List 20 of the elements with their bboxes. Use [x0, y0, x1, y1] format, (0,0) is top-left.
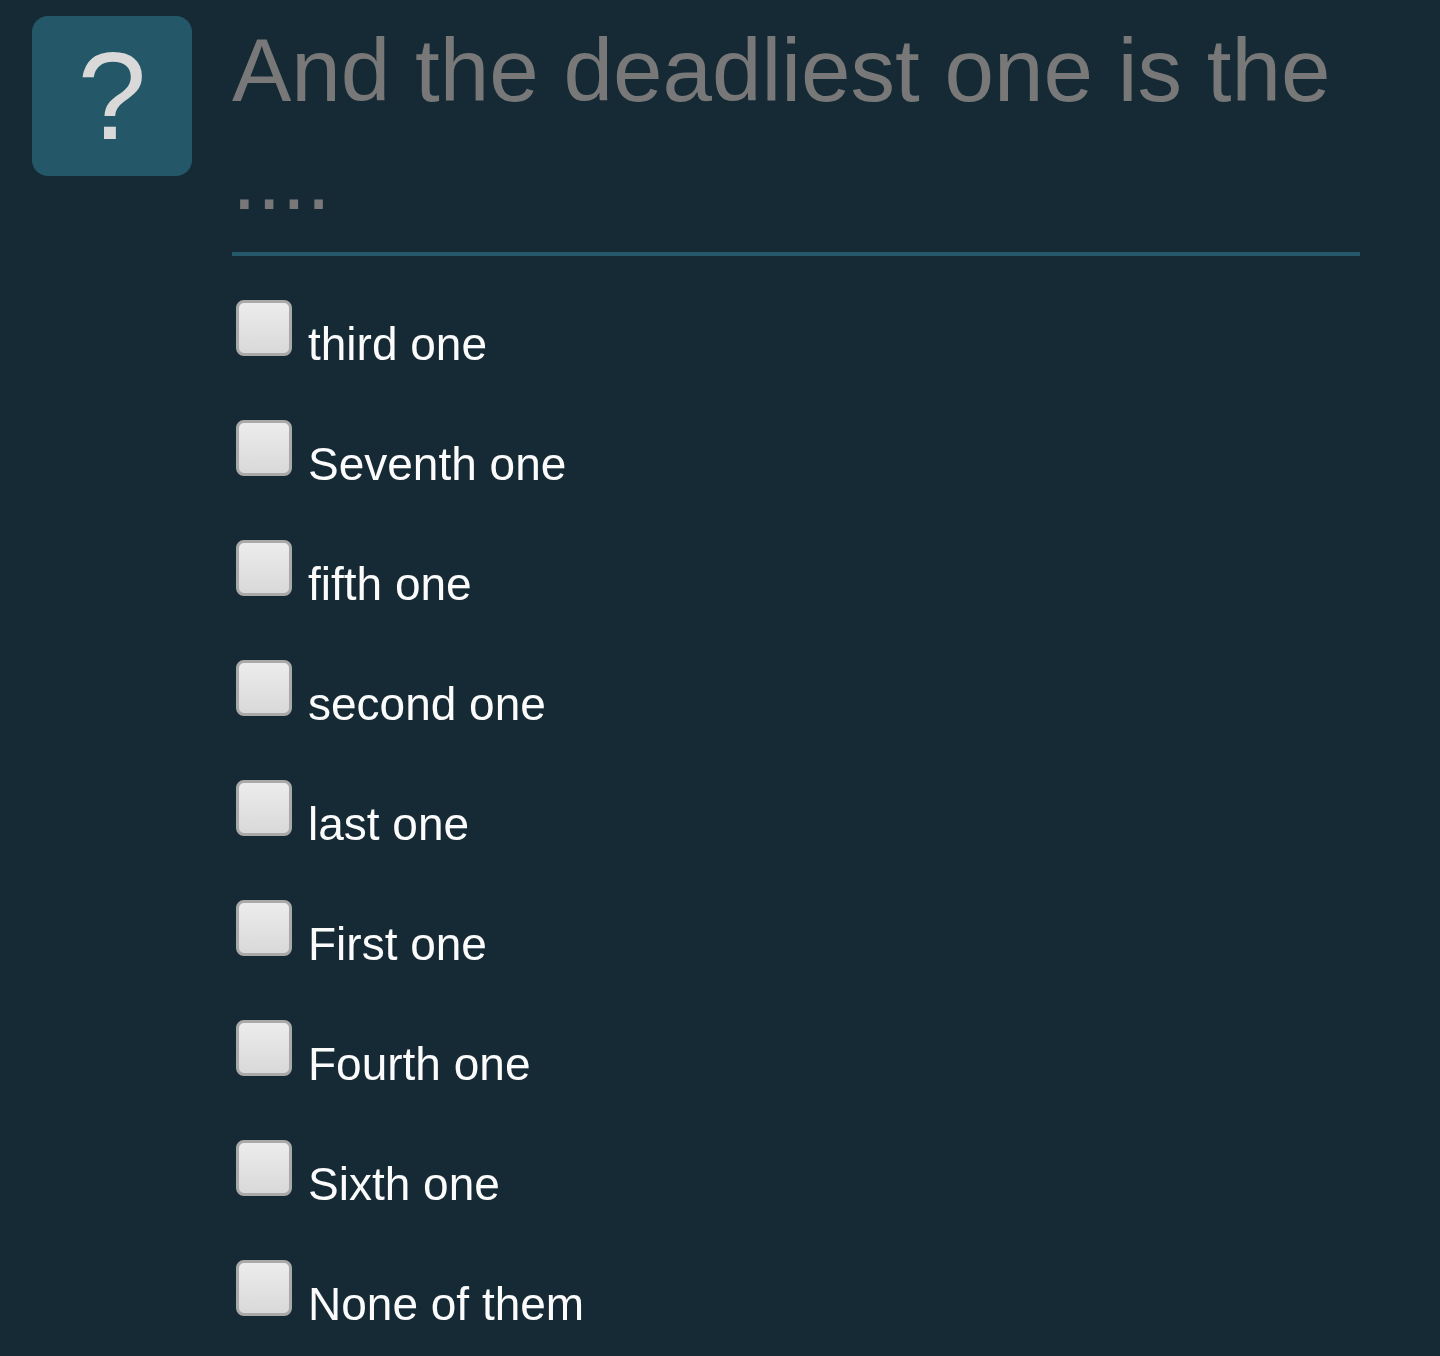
option-label: Sixth one	[308, 1157, 500, 1212]
checkbox[interactable]	[236, 660, 292, 716]
checkbox[interactable]	[236, 1260, 292, 1316]
checkbox[interactable]	[236, 540, 292, 596]
checkbox[interactable]	[236, 300, 292, 356]
option-label: Fourth one	[308, 1037, 531, 1092]
checkbox[interactable]	[236, 1020, 292, 1076]
checkbox[interactable]	[236, 900, 292, 956]
option-label: last one	[308, 797, 470, 852]
option-label: Seventh one	[308, 437, 567, 492]
option-label: None of them	[308, 1277, 585, 1332]
checkbox[interactable]	[236, 420, 292, 476]
option-label: fifth one	[308, 557, 472, 612]
option-label: third one	[308, 317, 487, 372]
question-title: And the deadliest one is the ....	[232, 19, 1332, 230]
checkbox[interactable]	[236, 780, 292, 836]
checkbox[interactable]	[236, 1140, 292, 1196]
question-icon: ?	[32, 16, 192, 176]
option-label: First one	[308, 917, 487, 972]
option-label: second one	[308, 677, 546, 732]
